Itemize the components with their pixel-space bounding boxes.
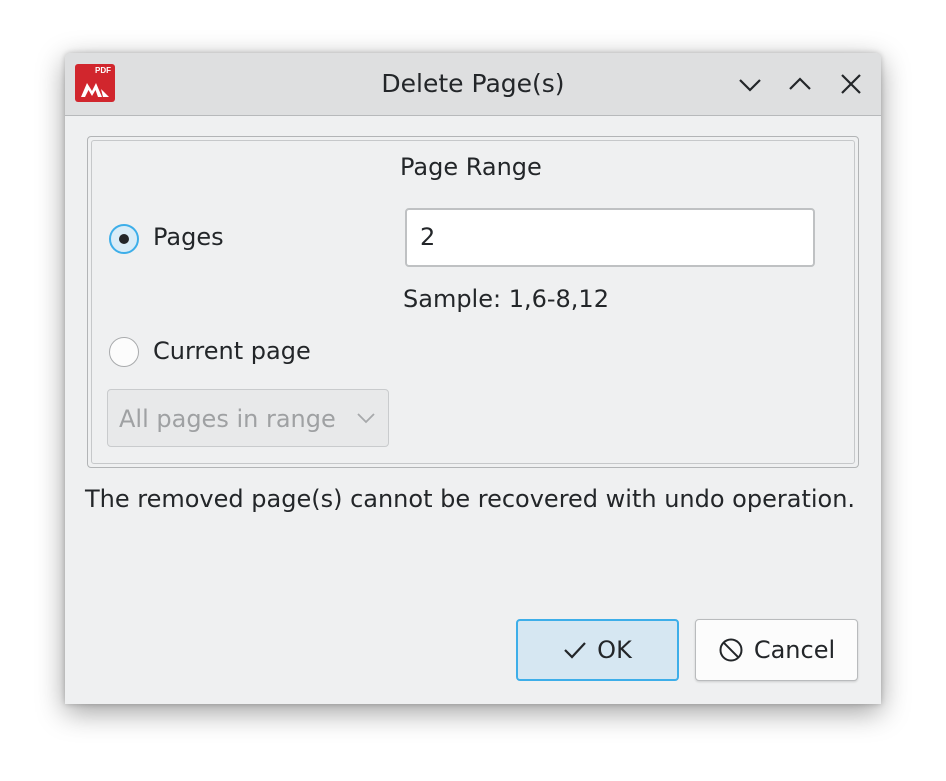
sample-hint: Sample: 1,6-8,12: [403, 285, 609, 313]
title-bar[interactable]: PDF Delete Page(s): [65, 53, 881, 116]
pages-radio-label[interactable]: Pages: [153, 223, 224, 251]
chevron-up-icon: [789, 77, 811, 90]
close-icon: [841, 74, 861, 94]
cancel-button[interactable]: Cancel: [695, 619, 858, 681]
chevron-down-icon: [357, 413, 375, 424]
checkmark-icon: [564, 642, 586, 659]
current-page-radio[interactable]: [109, 337, 139, 367]
minimize-button[interactable]: [737, 71, 763, 97]
ok-button-label: OK: [597, 636, 632, 664]
range-combo[interactable]: All pages in range: [107, 389, 389, 447]
ok-button[interactable]: OK: [516, 619, 679, 681]
radio-dot-icon: [119, 234, 129, 244]
close-button[interactable]: [838, 71, 864, 97]
range-combo-value: All pages in range: [119, 405, 336, 433]
chevron-down-icon: [739, 79, 761, 92]
current-page-radio-label[interactable]: Current page: [153, 337, 311, 365]
maximize-button[interactable]: [787, 71, 813, 97]
cancel-button-label: Cancel: [753, 636, 836, 664]
pages-input[interactable]: 2: [405, 208, 815, 267]
delete-pages-dialog: PDF Delete Page(s) Page Range Pages 2 Sa…: [65, 53, 881, 704]
page-range-heading: Page Range: [400, 153, 542, 181]
cancel-icon: [719, 638, 743, 662]
warning-text: The removed page(s) cannot be recovered …: [85, 485, 856, 513]
pages-radio[interactable]: [109, 224, 139, 254]
